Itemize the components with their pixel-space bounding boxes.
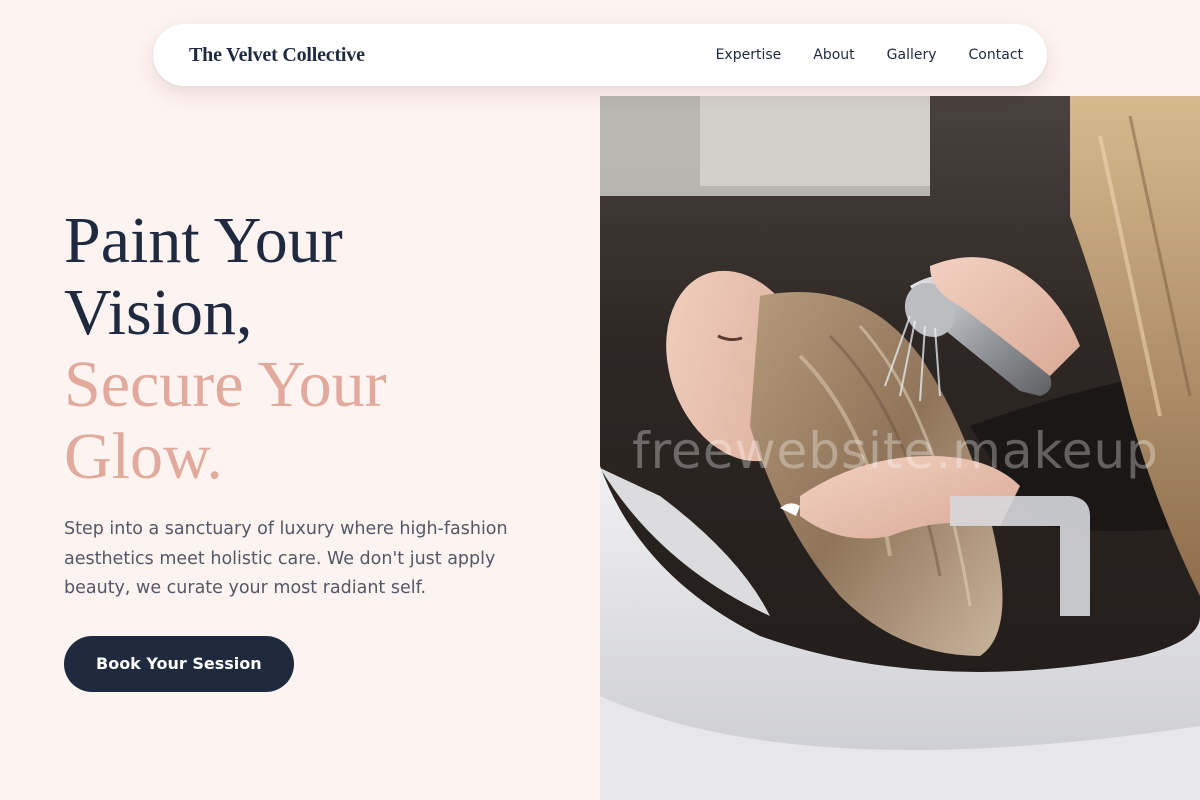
nav-link-about[interactable]: About [813,47,854,63]
headline-accent-line-2: Glow. [64,420,223,493]
headline-line-2: Vision, [64,276,253,349]
hero-description: Step into a sanctuary of luxury where hi… [64,519,508,598]
salon-hair-wash-photo [600,96,1200,800]
nav-link-gallery[interactable]: Gallery [887,47,937,63]
nav-link-contact[interactable]: Contact [969,47,1023,63]
hero-headline: Paint Your Vision, Secure Your Glow. [64,205,584,493]
nav-link-expertise[interactable]: Expertise [716,47,782,63]
book-session-button[interactable]: Book Your Session [64,635,294,692]
hero-image: freewebsite.makeup [600,96,1200,800]
page: The Velvet Collective Expertise About Ga… [0,0,1200,800]
headline-accent-line-1: Secure Your [64,348,387,421]
headline-line-1: Paint Your [64,204,343,277]
navbar: The Velvet Collective Expertise About Ga… [153,24,1047,86]
nav-links: Expertise About Gallery Contact [716,47,1023,63]
hero-section: Paint Your Vision, Secure Your Glow. Ste… [64,205,584,692]
brand-logo[interactable]: The Velvet Collective [189,44,365,67]
